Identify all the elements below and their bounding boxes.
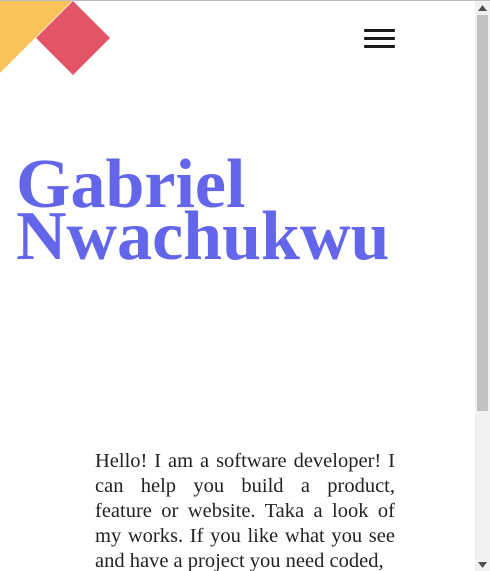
menu-bar-top [364,29,395,32]
scrollbar-thumb[interactable] [477,15,488,411]
vertical-scrollbar[interactable] [475,1,490,571]
site-logo[interactable] [0,1,120,81]
arrow-down-icon[interactable] [475,558,490,571]
page-content: Gabriel Nwachukwu Hello! I am a software… [0,1,475,571]
menu-bar-bottom [364,45,395,48]
intro-paragraph: Hello! I am a software developer! I can … [95,450,395,571]
logo-shapes [0,1,110,75]
browser-viewport: Gabriel Nwachukwu Hello! I am a software… [0,0,490,571]
hero-last-name: Nwachukwu [16,198,390,275]
arrow-up-icon[interactable] [475,1,490,15]
hero-name: Gabriel Nwachukwu [16,150,390,275]
menu-bar-middle [364,37,395,40]
hamburger-icon[interactable] [363,27,397,53]
